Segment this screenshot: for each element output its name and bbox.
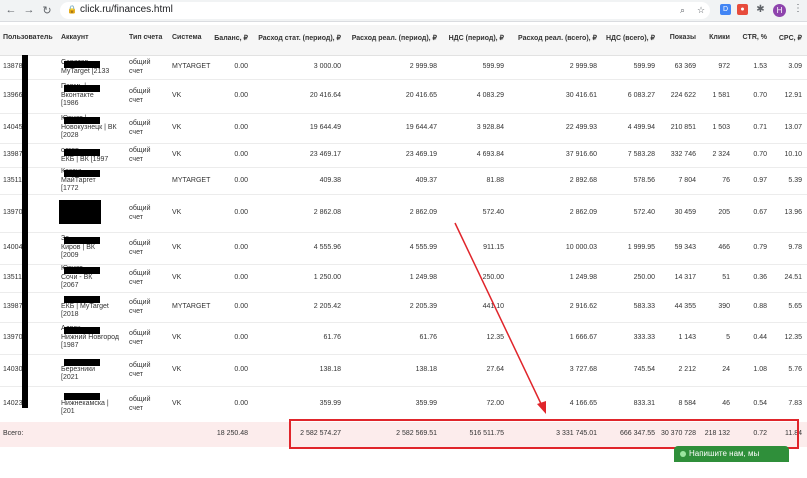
chat-label: Напишите нам, мы онлайн! — [680, 449, 760, 474]
online-dot-icon — [680, 450, 686, 457]
chat-widget-button[interactable]: Напишите нам, мы онлайн! — [674, 446, 789, 474]
annotation-arrow — [454, 222, 546, 414]
